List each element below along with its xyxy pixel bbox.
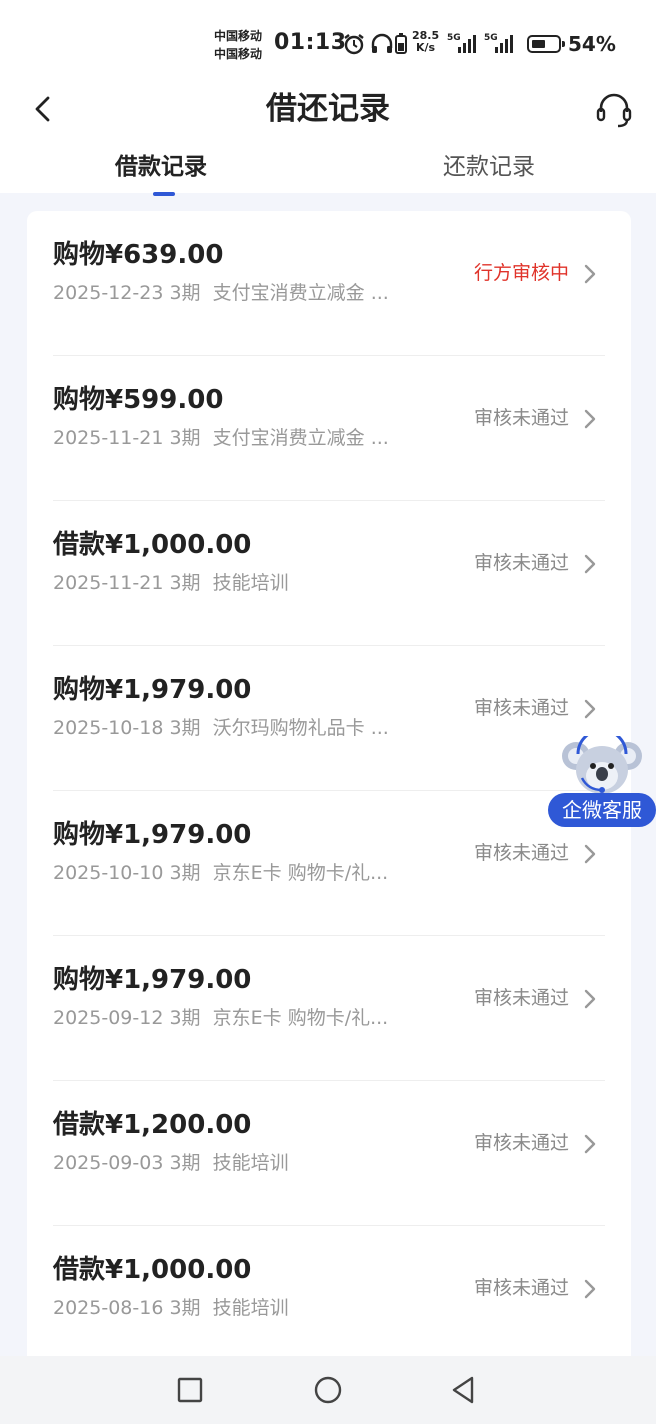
record-amount: 购物¥639.00 [53, 240, 224, 270]
record-meta: 2025-09-03 3期 技能培训 [53, 1149, 289, 1177]
record-meta: 2025-12-23 3期 支付宝消费立减金 ... [53, 279, 389, 307]
record-meta: 2025-11-21 3期 技能培训 [53, 569, 289, 597]
network-speed: 28.5 K/s [412, 30, 439, 54]
record-status: 审核未通过 [473, 552, 569, 574]
record-date-term: 2025-12-23 3期 [53, 282, 201, 304]
record-meta: 2025-10-18 3期 沃尔玛购物礼品卡 ... [53, 714, 389, 742]
record-date-term: 2025-09-12 3期 [53, 1007, 201, 1029]
battery-percent: 54% [568, 32, 616, 56]
tab-active-indicator [153, 192, 175, 196]
record-meta: 2025-11-21 3期 支付宝消费立减金 ... [53, 424, 389, 452]
record-status: 审核未通过 [473, 1132, 569, 1154]
home-circle-icon[interactable] [312, 1374, 344, 1406]
status-time: 01:13 [274, 30, 347, 55]
wecom-service-label: 企微客服 [548, 793, 656, 827]
record-date-term: 2025-11-21 3期 [53, 572, 201, 594]
record-meta: 2025-08-16 3期 技能培训 [53, 1294, 289, 1322]
record-date-term: 2025-10-18 3期 [53, 717, 201, 739]
record-amount: 借款¥1,000.00 [53, 1255, 252, 1285]
record-desc: 沃尔玛购物礼品卡 ... [212, 717, 389, 739]
record-meta: 2025-10-10 3期 京东E卡 购物卡/礼... [53, 859, 388, 887]
record-status: 审核未通过 [473, 1277, 569, 1299]
chevron-right-icon [584, 1134, 596, 1154]
carrier-2: 中国移动 [214, 47, 263, 61]
record-amount: 购物¥1,979.00 [53, 820, 252, 850]
record-item[interactable]: 购物¥1,979.00 2025-10-18 3期 沃尔玛购物礼品卡 ... 审… [27, 646, 631, 791]
chevron-right-icon [584, 554, 596, 574]
status-bar: 中国移动 中国移动 01:13 28.5 K/s 5G 5G 54% [0, 0, 656, 88]
record-desc: 京东E卡 购物卡/礼... [212, 862, 389, 884]
record-status: 审核未通过 [473, 987, 569, 1009]
record-item[interactable]: 借款¥1,200.00 2025-09-03 3期 技能培训 审核未通过 [27, 1081, 631, 1226]
record-date-term: 2025-08-16 3期 [53, 1297, 201, 1319]
carrier-1: 中国移动 [214, 29, 263, 43]
record-amount: 购物¥599.00 [53, 385, 224, 415]
tab-borrow-records[interactable]: 借款记录 [115, 150, 207, 184]
record-status: 审核未通过 [473, 407, 569, 429]
wecom-service-float-button[interactable]: 企微客服 [548, 736, 656, 828]
battery-fill [532, 40, 545, 48]
app-header: 借还记录 借款记录 还款记录 [0, 88, 656, 196]
back-triangle-icon[interactable] [448, 1374, 480, 1406]
recent-apps-square-icon[interactable] [174, 1374, 206, 1406]
chevron-right-icon [584, 989, 596, 1009]
chevron-right-icon [584, 1279, 596, 1299]
battery-nub [562, 41, 565, 47]
chevron-right-icon [584, 409, 596, 429]
headphones-icon [371, 33, 393, 53]
alarm-icon [344, 34, 364, 55]
record-amount: 购物¥1,979.00 [53, 965, 252, 995]
chevron-right-icon [584, 264, 596, 284]
record-item[interactable]: 借款¥1,000.00 2025-11-21 3期 技能培训 审核未通过 [27, 501, 631, 646]
record-meta: 2025-09-12 3期 京东E卡 购物卡/礼... [53, 1004, 388, 1032]
record-desc: 支付宝消费立减金 ... [212, 427, 389, 449]
signal-2: 5G [484, 33, 514, 55]
record-item[interactable]: 购物¥1,979.00 2025-09-12 3期 京东E卡 购物卡/礼... … [27, 936, 631, 1081]
record-item[interactable]: 借款¥1,000.00 2025-08-16 3期 技能培训 审核未通过 [27, 1226, 631, 1371]
record-date-term: 2025-11-21 3期 [53, 427, 201, 449]
record-desc: 技能培训 [212, 572, 289, 594]
record-desc: 支付宝消费立减金 ... [212, 282, 389, 304]
record-list: 购物¥639.00 2025-12-23 3期 支付宝消费立减金 ... 行方审… [27, 211, 631, 1391]
network-speed-unit: K/s [416, 41, 436, 54]
record-amount: 购物¥1,979.00 [53, 675, 252, 705]
carrier-labels: 中国移动 中国移动 [214, 27, 262, 63]
record-item[interactable]: 购物¥599.00 2025-11-21 3期 支付宝消费立减金 ... 审核未… [27, 356, 631, 501]
record-item[interactable]: 购物¥639.00 2025-12-23 3期 支付宝消费立减金 ... 行方审… [27, 211, 631, 356]
page-title: 借还记录 [266, 91, 390, 127]
record-desc: 技能培训 [212, 1152, 289, 1174]
signal-1: 5G [447, 33, 477, 55]
device-battery-icon [395, 33, 407, 54]
signal-bars-icon [458, 35, 476, 53]
record-status: 审核未通过 [473, 842, 569, 864]
record-date-term: 2025-09-03 3期 [53, 1152, 201, 1174]
record-desc: 京东E卡 购物卡/礼... [212, 1007, 389, 1029]
record-amount: 借款¥1,000.00 [53, 530, 252, 560]
record-status: 审核未通过 [473, 697, 569, 719]
chevron-right-icon [584, 699, 596, 719]
record-desc: 技能培训 [212, 1297, 289, 1319]
headset-icon[interactable] [594, 90, 634, 130]
system-nav-bar [0, 1356, 656, 1424]
tab-repay-records[interactable]: 还款记录 [443, 150, 535, 184]
signal-bars-icon [495, 35, 513, 53]
record-item[interactable]: 购物¥1,979.00 2025-10-10 3期 京东E卡 购物卡/礼... … [27, 791, 631, 936]
koala-mascot-icon [562, 736, 642, 794]
battery-icon [527, 35, 565, 53]
record-amount: 借款¥1,200.00 [53, 1110, 252, 1140]
record-date-term: 2025-10-10 3期 [53, 862, 201, 884]
record-status: 行方审核中 [473, 262, 569, 284]
chevron-right-icon [584, 844, 596, 864]
